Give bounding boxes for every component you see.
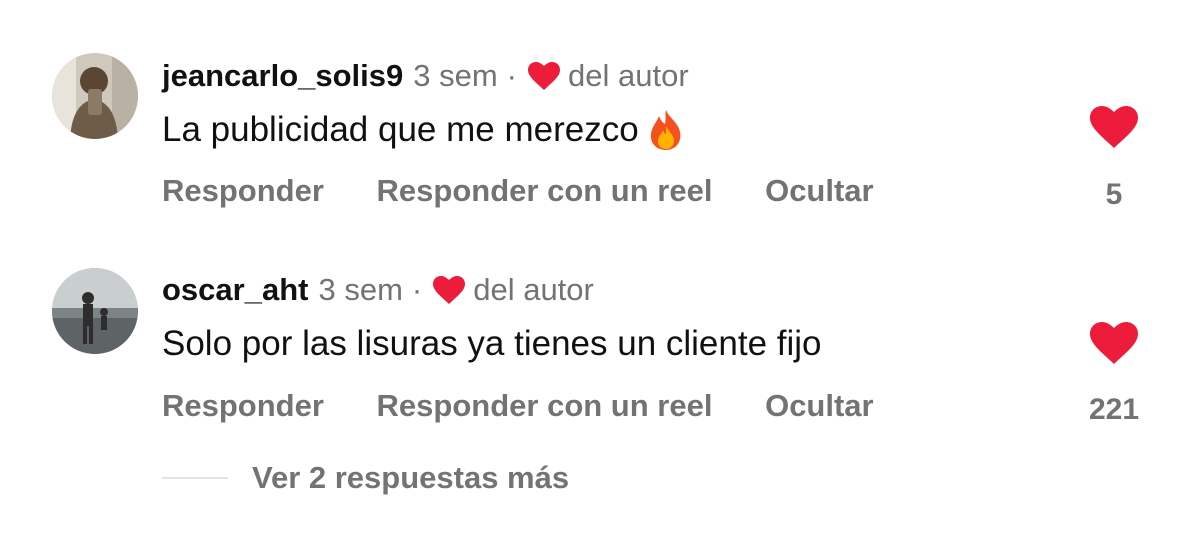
comment-actions: Responder Responder con un reel Ocultar — [162, 171, 918, 211]
username[interactable]: jeancarlo_solis9 — [162, 56, 403, 96]
reply-button[interactable]: Responder — [162, 173, 324, 208]
like-button[interactable] — [1090, 106, 1138, 148]
avatar-image — [52, 268, 138, 354]
like-count: 5 — [1105, 178, 1123, 211]
comment-body: Solo por las lisuras ya tienes un client… — [162, 324, 822, 363]
username[interactable]: oscar_aht — [162, 270, 308, 310]
avatar-image — [52, 53, 138, 139]
fire-icon — [647, 108, 685, 152]
reply-button[interactable]: Responder — [162, 388, 324, 423]
heart-icon — [1090, 106, 1138, 148]
like-count: 221 — [1088, 393, 1140, 426]
timestamp: 3 sem — [413, 58, 498, 93]
heart-icon — [1090, 322, 1138, 364]
comment-meta: jeancarlo_solis9 3 sem · del autor — [162, 56, 689, 96]
comment-meta: oscar_aht 3 sem · del autor — [162, 270, 594, 310]
author-like-label: del autor — [473, 272, 594, 307]
comment-actions: Responder Responder con un reel Ocultar — [162, 386, 918, 426]
hide-button[interactable]: Ocultar — [765, 173, 874, 208]
comment-item: oscar_aht 3 sem · del autor Solo por las… — [0, 240, 1200, 440]
comment-text: La publicidad que me merezco — [162, 108, 685, 152]
avatar[interactable] — [52, 268, 138, 354]
view-replies-button[interactable]: Ver 2 respuestas más — [162, 458, 569, 498]
avatar[interactable] — [52, 53, 138, 139]
comment-body: La publicidad que me merezco — [162, 110, 639, 149]
reply-with-reel-button[interactable]: Responder con un reel — [377, 173, 713, 208]
heart-icon — [528, 62, 560, 90]
timestamp: 3 sem — [318, 272, 403, 307]
view-replies-label: Ver 2 respuestas más — [252, 460, 570, 495]
separator-dot: · — [411, 272, 423, 307]
hide-button[interactable]: Ocultar — [765, 388, 874, 423]
reply-with-reel-button[interactable]: Responder con un reel — [377, 388, 713, 423]
like-button[interactable] — [1090, 322, 1138, 364]
comment-item: jeancarlo_solis9 3 sem · del autor La pu… — [0, 0, 1200, 240]
author-like-label: del autor — [568, 58, 689, 93]
divider-line — [162, 477, 228, 479]
comment-text: Solo por las lisuras ya tienes un client… — [162, 322, 822, 366]
separator-dot: · — [506, 58, 517, 93]
heart-icon — [433, 276, 466, 304]
